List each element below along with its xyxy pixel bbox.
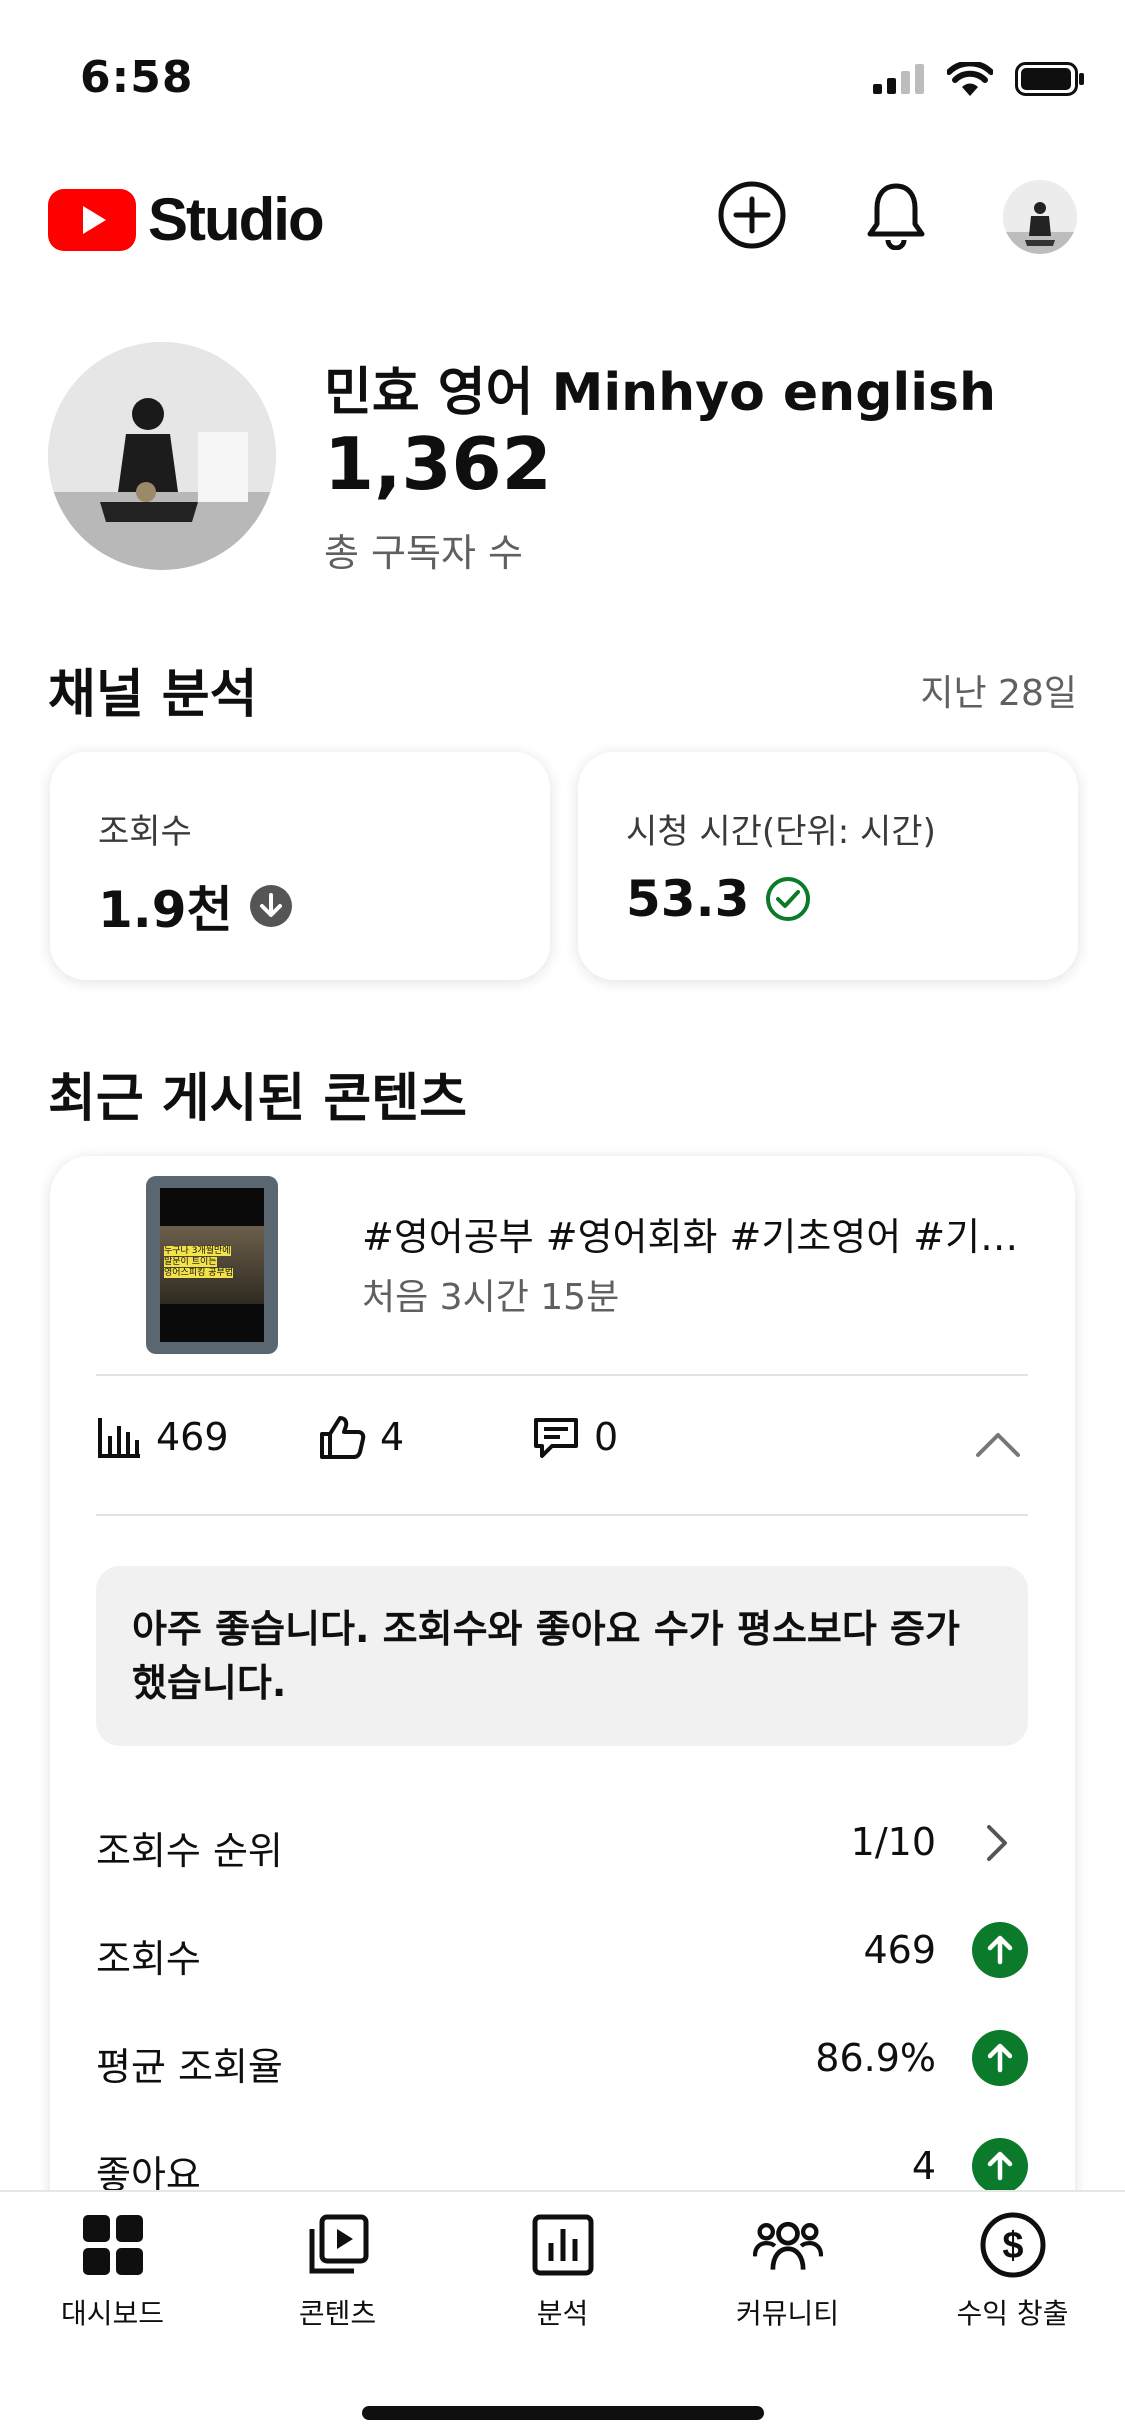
arrow-down-circle-icon (249, 885, 292, 927)
thumbnail-caption-line-2: 말문이 트이는 (164, 1257, 217, 1267)
cellular-signal-icon (873, 64, 924, 94)
create-button[interactable] (712, 175, 792, 255)
video-stats: 469 4 0 (96, 1396, 1028, 1486)
status-bar: 6:58 (0, 0, 1125, 150)
chevron-up-icon (976, 1433, 1020, 1457)
view-rank-row[interactable]: 조회수 순위 1/10 (96, 1804, 1028, 1884)
views-stat: 469 (96, 1414, 229, 1460)
likes-stat-value: 4 (380, 1415, 405, 1459)
channel-name: 민효 영어 Minhyo english (324, 363, 997, 423)
performance-insight: 아주 좋습니다. 조회수와 좋아요 수가 평소보다 증가했습니다. (96, 1566, 1028, 1746)
views-stat-value: 469 (156, 1415, 229, 1459)
status-time: 6:58 (80, 52, 194, 103)
nav-community[interactable]: 커뮤니티 (675, 2210, 900, 2350)
watch-time-label: 시청 시간(단위: 시간) (626, 812, 936, 852)
nav-analytics-label: 분석 (536, 2297, 589, 2330)
watch-time-value: 53.3 (626, 870, 750, 928)
thumbnail-caption-line-1: 누구나 3개월만에 (164, 1246, 231, 1256)
check-circle-icon (766, 877, 811, 921)
bell-icon (867, 183, 925, 250)
dashboard-icon (78, 2210, 148, 2280)
nav-community-label: 커뮤니티 (735, 2297, 840, 2330)
thumbnail-caption: 누구나 3개월만에 말문이 트이는 영어스피킹 공부법 (164, 1246, 260, 1279)
chevron-right-icon (978, 1818, 1018, 1868)
watch-time-value-row: 53.3 (626, 870, 811, 928)
avatar-photo (1003, 180, 1077, 254)
battery-icon (1015, 62, 1084, 96)
views-row-label: 조회수 (96, 1937, 201, 1981)
divider (96, 1514, 1028, 1516)
views-value-row: 1.9천 (98, 870, 293, 942)
wifi-icon (947, 62, 993, 96)
watch-time-card[interactable]: 시청 시간(단위: 시간) 53.3 (578, 752, 1078, 980)
avg-view-rate-row: 평균 조회율 86.9% (96, 2020, 1028, 2100)
logo-text: Studio (148, 186, 325, 253)
channel-photo (48, 342, 276, 570)
nav-analytics[interactable]: 분석 (450, 2210, 675, 2350)
nav-content-label: 콘텐츠 (298, 2297, 377, 2330)
app-header: Studio (0, 170, 1125, 290)
views-row: 조회수 469 (96, 1912, 1028, 1992)
bar-chart-icon (98, 1418, 140, 1458)
nav-dashboard-label: 대시보드 (60, 2297, 165, 2330)
subscriber-label: 총 구독자 수 (324, 531, 523, 575)
arrow-up-icon (972, 2138, 1028, 2194)
comments-stat-value: 0 (594, 1415, 619, 1459)
divider (96, 1374, 1028, 1376)
account-avatar[interactable] (1003, 180, 1077, 254)
comment-icon (534, 1418, 578, 1458)
view-rank-label: 조회수 순위 (96, 1829, 283, 1873)
collapse-button[interactable] (968, 1414, 1028, 1474)
avg-view-rate-label: 평균 조회율 (96, 2045, 283, 2089)
view-rank-value: 1/10 (850, 1820, 936, 1864)
svg-text:$: $ (1002, 2225, 1023, 2267)
arrow-up-icon (972, 2030, 1028, 2086)
subscriber-count: 1,362 (324, 422, 552, 506)
status-icons (873, 62, 1085, 96)
youtube-studio-logo[interactable]: Studio (48, 185, 325, 254)
views-card[interactable]: 조회수 1.9천 (50, 752, 550, 980)
content-icon (303, 2210, 373, 2280)
recent-content-title: 최근 게시된 콘텐츠 (48, 1069, 467, 1129)
thumbnail-frame: 누구나 3개월만에 말문이 트이는 영어스피킹 공부법 (160, 1188, 264, 1342)
thumbs-up-icon (320, 1416, 366, 1459)
nav-monetization[interactable]: $ 수익 창출 (900, 2210, 1125, 2350)
monetization-icon: $ (978, 2210, 1048, 2280)
channel-avatar[interactable] (48, 342, 276, 570)
video-thumbnail[interactable]: 누구나 3개월만에 말문이 트이는 영어스피킹 공부법 (146, 1176, 278, 1354)
analytics-icon (528, 2210, 598, 2280)
plus-circle-icon (718, 181, 786, 249)
bottom-navigation: 대시보드 콘텐츠 분석 커뮤니티 $ 수익 창출 (0, 2190, 1125, 2436)
views-value: 1.9천 (98, 881, 233, 939)
likes-stat: 4 (318, 1414, 404, 1460)
avg-view-rate-value: 86.9% (815, 2036, 936, 2080)
analytics-period[interactable]: 지난 28일 (920, 664, 1077, 716)
video-title[interactable]: #영어공부 #영어회화 #기초영어 #기초영어회화 (362, 1206, 1032, 1261)
analytics-title: 채널 분석 (48, 665, 258, 725)
video-subtitle: 처음 3시간 15분 (362, 1277, 620, 1318)
thumbnail-caption-line-3: 영어스피킹 공부법 (164, 1268, 234, 1278)
nav-dashboard[interactable]: 대시보드 (0, 2210, 225, 2350)
arrow-up-icon (972, 1922, 1028, 1978)
notifications-button[interactable] (856, 175, 936, 255)
comments-stat: 0 (532, 1414, 618, 1460)
views-label: 조회수 (98, 812, 192, 852)
youtube-play-icon (48, 188, 136, 251)
nav-monetization-label: 수익 창출 (956, 2297, 1069, 2330)
nav-content[interactable]: 콘텐츠 (225, 2210, 450, 2350)
home-indicator[interactable] (362, 2406, 764, 2420)
channel-summary: 민효 영어 Minhyo english 1,362 총 구독자 수 (48, 342, 1078, 575)
views-row-value: 469 (863, 1928, 936, 1972)
likes-row-value: 4 (911, 2144, 936, 2188)
community-icon (752, 2210, 823, 2280)
